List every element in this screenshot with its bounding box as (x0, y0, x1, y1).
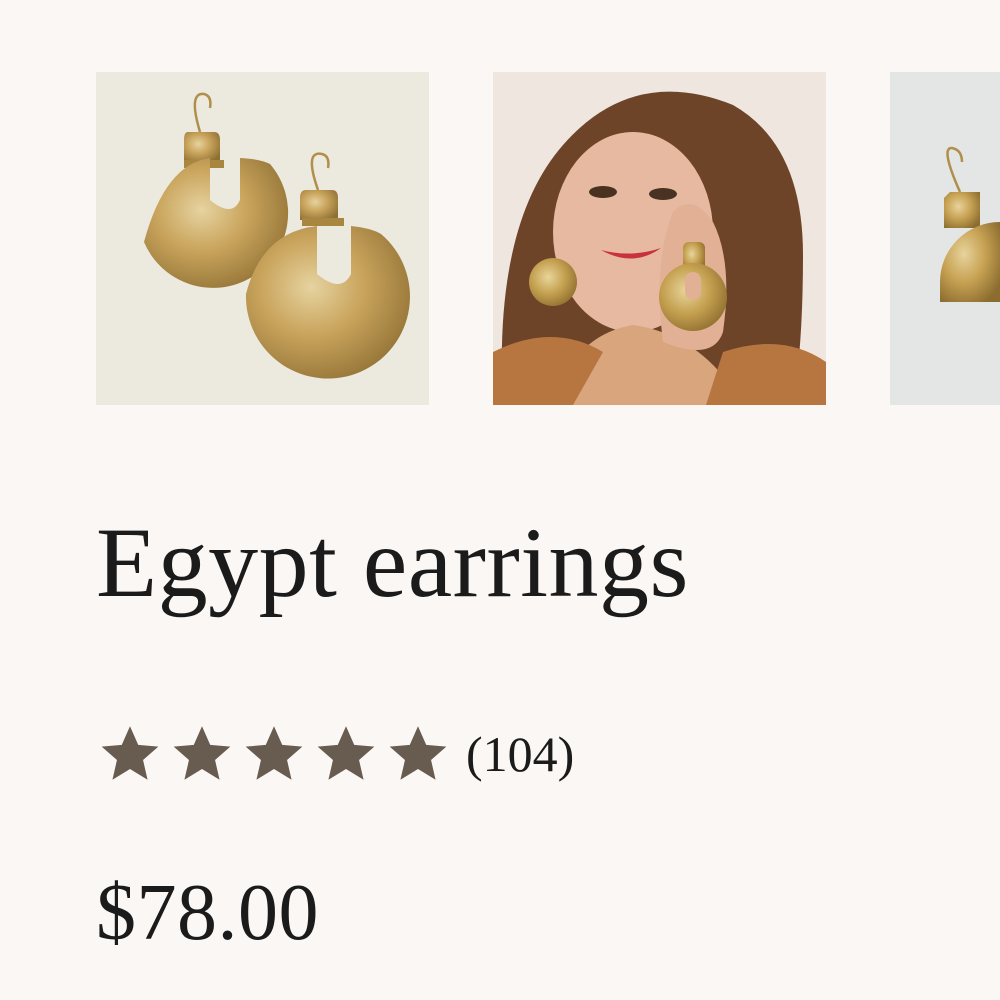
product-page: Egypt earrings (104) $78.00 (0, 0, 1000, 1000)
product-title: Egypt earrings (96, 507, 689, 618)
product-price: $78.00 (96, 869, 319, 957)
gold-earrings-pair-image (96, 72, 429, 405)
star-filled-icon (101, 726, 159, 780)
review-count[interactable]: (104) (466, 725, 574, 783)
star-filled-icon (317, 726, 375, 780)
product-image-thumbnail-2[interactable] (493, 72, 826, 405)
product-image-thumbnail-3[interactable] (890, 72, 1000, 405)
product-rating[interactable]: (104) (96, 716, 574, 792)
star-filled-icon (173, 726, 231, 780)
earring-on-stone-image (890, 72, 1000, 405)
star-filled-icon (389, 726, 447, 780)
rating-stars (96, 720, 452, 788)
star-filled-icon (245, 726, 303, 780)
product-image-thumbnail-1[interactable] (96, 72, 429, 405)
model-wearing-earrings-image (493, 72, 826, 405)
